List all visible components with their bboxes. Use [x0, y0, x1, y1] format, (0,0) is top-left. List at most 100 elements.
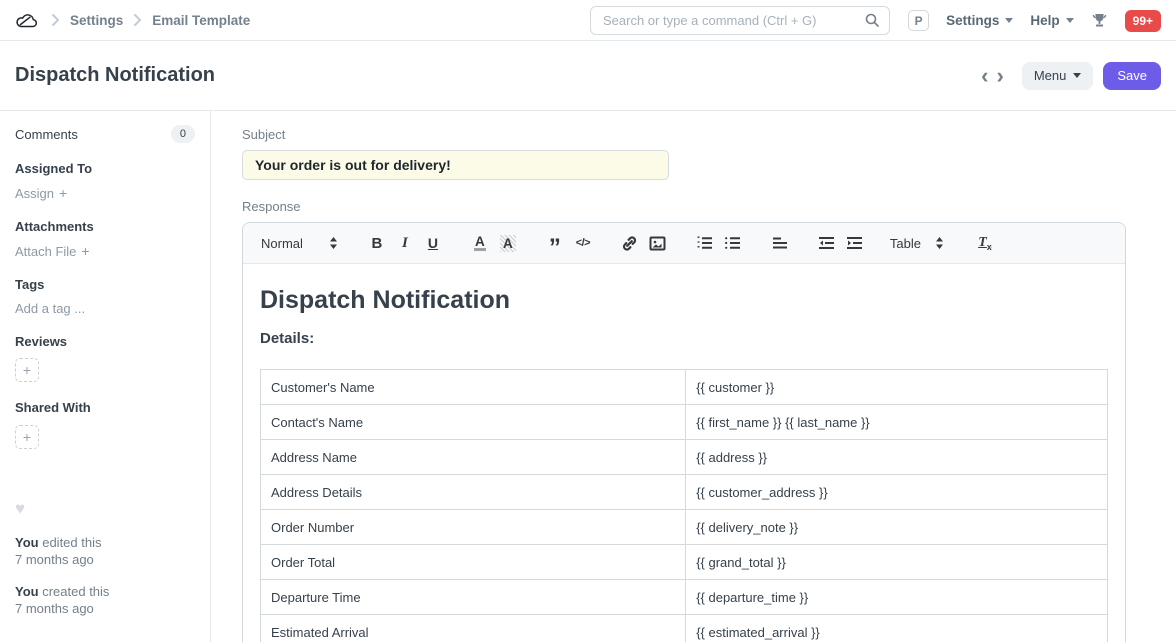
help-dropdown[interactable]: Help	[1030, 13, 1073, 28]
italic-icon: I	[402, 235, 408, 252]
table-cell-value[interactable]: {{ address }}	[686, 440, 1108, 475]
outdent-button[interactable]	[815, 230, 839, 256]
comments-count-badge: 0	[171, 125, 195, 143]
table-cell-label[interactable]: Contact's Name	[261, 405, 686, 440]
blockquote-button[interactable]: ”	[543, 230, 567, 256]
next-document-chevron-icon[interactable]: ›	[997, 65, 1004, 87]
save-button[interactable]: Save	[1103, 62, 1161, 90]
share-button[interactable]: +	[15, 425, 39, 449]
align-icon	[772, 236, 788, 250]
response-label: Response	[242, 199, 1126, 214]
table-cell-value[interactable]: {{ first_name }} {{ last_name }}	[686, 405, 1108, 440]
table-row: Contact's Name {{ first_name }} {{ last_…	[261, 405, 1108, 440]
table-row: Order Number {{ delivery_note }}	[261, 510, 1108, 545]
sidebar-section-shared-with: Shared With +	[15, 400, 195, 449]
text-color-button[interactable]: A	[468, 230, 492, 256]
align-button[interactable]	[768, 230, 792, 256]
app-logo-cloud-icon[interactable]	[15, 9, 41, 31]
bullet-list-button[interactable]	[721, 230, 745, 256]
table-row: Customer's Name {{ customer }}	[261, 370, 1108, 405]
indent-button[interactable]	[843, 230, 867, 256]
add-tag-button[interactable]: Add a tag ...	[15, 301, 85, 316]
ordered-list-icon	[696, 235, 713, 251]
table-cell-label[interactable]: Order Number	[261, 510, 686, 545]
italic-button[interactable]: I	[393, 230, 417, 256]
table-row: Address Details {{ customer_address }}	[261, 475, 1108, 510]
link-icon	[621, 235, 638, 252]
plus-icon: +	[59, 185, 67, 201]
user-avatar[interactable]: P	[908, 10, 929, 31]
table-cell-value[interactable]: {{ delivery_note }}	[686, 510, 1108, 545]
trophy-icon[interactable]	[1091, 12, 1108, 29]
sidebar: Comments 0 Assigned To Assign + Attachme…	[0, 111, 211, 642]
table-cell-label[interactable]: Estimated Arrival	[261, 615, 686, 643]
editor-content[interactable]: Dispatch Notification Details: Customer'…	[243, 264, 1125, 642]
table-row: Estimated Arrival {{ estimated_arrival }…	[261, 615, 1108, 643]
breadcrumb-chevron-icon	[133, 14, 142, 26]
background-color-button[interactable]: A	[496, 230, 520, 256]
plus-icon: +	[23, 429, 31, 445]
table-cell-value[interactable]: {{ estimated_arrival }}	[686, 615, 1108, 643]
underline-button[interactable]: U	[421, 230, 445, 256]
breadcrumb-email-template[interactable]: Email Template	[152, 13, 250, 28]
table-cell-label[interactable]: Departure Time	[261, 580, 686, 615]
bold-button[interactable]: B	[365, 230, 389, 256]
clear-format-button[interactable]: Tx	[973, 230, 997, 256]
subject-label: Subject	[242, 127, 1126, 142]
subject-input[interactable]	[242, 150, 669, 180]
table-cell-value[interactable]: {{ customer_address }}	[686, 475, 1108, 510]
table-cell-label[interactable]: Customer's Name	[261, 370, 686, 405]
table-cell-label[interactable]: Address Details	[261, 475, 686, 510]
prev-document-chevron-icon[interactable]: ‹	[981, 65, 988, 87]
attach-file-button[interactable]: Attach File +	[15, 243, 90, 259]
table-cell-value[interactable]: {{ customer }}	[686, 370, 1108, 405]
table-selector[interactable]: Table	[890, 236, 944, 251]
table-row: Order Total {{ grand_total }}	[261, 545, 1108, 580]
paragraph-style-selector[interactable]: Normal	[261, 236, 338, 251]
menu-button[interactable]: Menu	[1022, 62, 1094, 90]
breadcrumb-settings[interactable]: Settings	[70, 13, 123, 28]
search-input[interactable]	[590, 6, 890, 35]
indent-icon	[846, 236, 863, 250]
clear-format-icon: Tx	[978, 235, 992, 252]
underline-icon: U	[428, 235, 438, 251]
code-icon: </>	[576, 237, 590, 249]
bold-icon: B	[371, 235, 382, 252]
ordered-list-button[interactable]	[693, 230, 717, 256]
text-color-icon: A	[474, 235, 486, 251]
image-icon	[649, 235, 666, 252]
page-title: Dispatch Notification	[15, 64, 215, 87]
caret-down-icon	[1005, 18, 1013, 23]
assign-button[interactable]: Assign +	[15, 185, 67, 201]
edited-meta: You edited this 7 months ago	[15, 534, 195, 568]
navbar: Settings Email Template P Settings Help	[0, 0, 1176, 41]
email-heading[interactable]: Dispatch Notification	[260, 286, 1108, 315]
settings-dropdown[interactable]: Settings	[946, 13, 1013, 28]
table-cell-label[interactable]: Order Total	[261, 545, 686, 580]
like-heart-icon[interactable]: ♥	[15, 499, 195, 519]
blockquote-icon: ”	[549, 233, 561, 253]
plus-icon: +	[23, 362, 31, 378]
table-cell-value[interactable]: {{ departure_time }}	[686, 580, 1108, 615]
email-subheading[interactable]: Details:	[260, 330, 1108, 347]
table-cell-value[interactable]: {{ grand_total }}	[686, 545, 1108, 580]
up-down-caret-icon	[329, 237, 338, 249]
bullet-list-icon	[724, 235, 741, 251]
notification-count-badge[interactable]: 99+	[1125, 10, 1161, 32]
up-down-caret-icon	[935, 237, 944, 249]
editor-toolbar: Normal B I U A A ” </>	[243, 223, 1125, 264]
table-row: Address Name {{ address }}	[261, 440, 1108, 475]
caret-down-icon	[1066, 18, 1074, 23]
image-button[interactable]	[646, 230, 670, 256]
link-button[interactable]	[618, 230, 642, 256]
global-search	[590, 6, 890, 35]
add-review-button[interactable]: +	[15, 358, 39, 382]
sidebar-section-reviews: Reviews +	[15, 334, 195, 382]
sidebar-comments[interactable]: Comments 0	[15, 125, 195, 143]
form-area: Subject Response Normal B I U A	[211, 111, 1176, 642]
sidebar-section-tags: Tags Add a tag ...	[15, 277, 195, 316]
email-details-table: Customer's Name {{ customer }} Contact's…	[260, 369, 1108, 642]
code-button[interactable]: </>	[571, 230, 595, 256]
breadcrumb-chevron-icon	[51, 14, 60, 26]
table-cell-label[interactable]: Address Name	[261, 440, 686, 475]
